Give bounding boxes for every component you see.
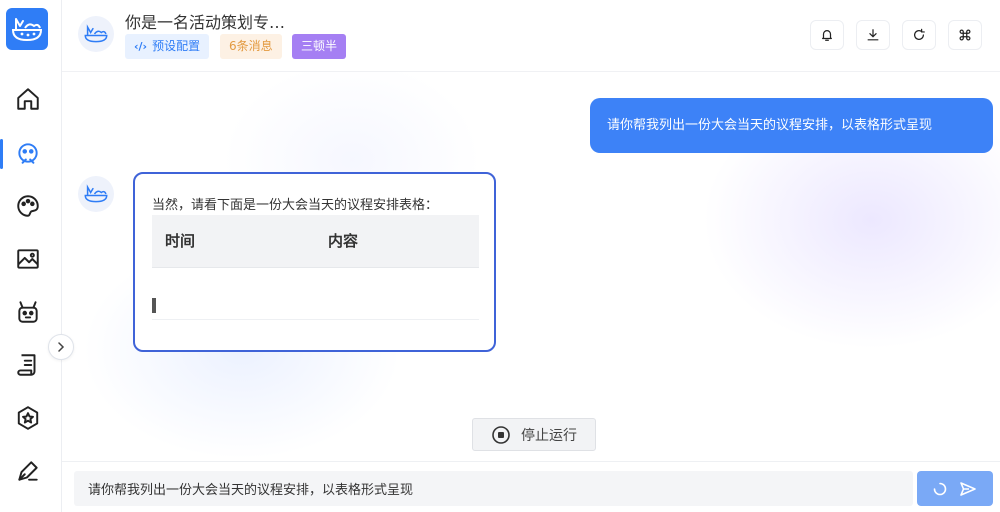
- chat-bot-icon: [18, 143, 38, 164]
- refresh-button[interactable]: [902, 20, 936, 50]
- sidebar-toggle-button[interactable]: [48, 334, 74, 360]
- download-icon: [867, 29, 879, 41]
- left-rail: [0, 0, 62, 512]
- table-row: [152, 267, 479, 320]
- stop-icon: [492, 425, 510, 444]
- message-count-tag: 6条消息: [220, 34, 282, 59]
- chat-title: 你是一名活动策划专…: [125, 13, 286, 32]
- document-icon: [17, 354, 36, 376]
- stop-generation-label: 停止运行: [521, 427, 577, 444]
- nav-palette[interactable]: [0, 186, 56, 226]
- assistant-message-bubble: 当然，请看下面是一份大会当天的议程安排表格： 时间 内容: [133, 172, 496, 352]
- notification-button[interactable]: [810, 20, 844, 50]
- loading-spinner-icon: [933, 482, 947, 495]
- command-icon: [959, 29, 971, 41]
- stop-generation-button[interactable]: 停止运行: [472, 418, 596, 451]
- chevron-right-icon: [58, 342, 65, 352]
- nav-document[interactable]: [0, 345, 56, 385]
- input-bar: [62, 461, 1000, 512]
- logo-icon: [84, 24, 108, 43]
- nav-chat[interactable]: [0, 133, 56, 173]
- nav-robot[interactable]: [0, 292, 56, 332]
- nav-home[interactable]: [0, 79, 56, 119]
- agenda-table: 时间 内容: [152, 215, 479, 320]
- send-icon: [960, 481, 976, 496]
- assistant-message-text: 当然，请看下面是一份大会当天的议程安排表格：: [152, 198, 439, 213]
- send-button[interactable]: [917, 471, 993, 506]
- nav-pen[interactable]: [0, 451, 56, 491]
- star-badge-icon: [17, 406, 39, 430]
- palette-icon: [17, 195, 39, 217]
- logo-icon[interactable]: [6, 8, 48, 50]
- model-tag[interactable]: 三顿半: [292, 34, 347, 59]
- assistant-avatar: [78, 16, 114, 52]
- chat-header: 你是一名活动策划专… ‹/› 预设配置 6条消息 三顿半: [62, 0, 1000, 72]
- code-icon: ‹/›: [134, 40, 148, 53]
- pen-icon: [18, 461, 38, 481]
- message-input[interactable]: [74, 471, 913, 506]
- nav-badge[interactable]: [0, 398, 56, 438]
- logo-icon: [84, 184, 108, 203]
- nav-image[interactable]: [0, 239, 56, 279]
- image-icon: [17, 249, 39, 269]
- table-header-time: 时间: [152, 215, 315, 268]
- command-button[interactable]: [948, 20, 982, 50]
- home-icon: [17, 88, 39, 110]
- bell-icon: [822, 30, 832, 41]
- typing-cursor: [152, 298, 156, 313]
- assistant-message-avatar: [78, 176, 114, 212]
- preset-config-label: 预设配置: [152, 39, 201, 53]
- robot-icon: [18, 301, 38, 323]
- user-message-bubble: 请你帮我列出一份大会当天的议程安排，以表格形式呈现: [590, 98, 993, 153]
- table-header-content: 内容: [315, 215, 479, 268]
- preset-config-tag[interactable]: ‹/› 预设配置: [125, 34, 210, 59]
- refresh-icon: [914, 28, 925, 40]
- download-button[interactable]: [856, 20, 890, 50]
- chat-main: 你是一名活动策划专… ‹/› 预设配置 6条消息 三顿半 请你帮我列出一份大会当…: [62, 0, 1000, 512]
